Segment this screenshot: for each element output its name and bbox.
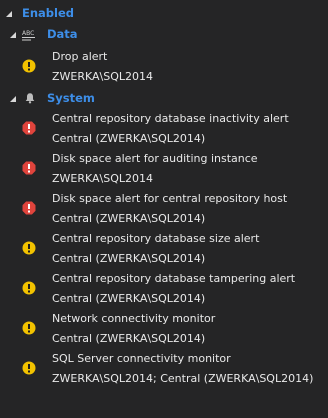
abc-text-icon: ABC <box>22 30 35 41</box>
alert-title: Drop alert <box>52 50 108 63</box>
alert-target: Central (ZWERKA\SQL2014) <box>52 292 206 305</box>
list-item[interactable]: Central repository database inactivity a… <box>0 110 328 150</box>
alert-target: Central (ZWERKA\SQL2014) <box>52 252 206 265</box>
alert-title: Central repository database size alert <box>52 232 260 245</box>
svg-text:ABC: ABC <box>22 30 34 37</box>
alert-target: ZWERKA\SQL2014 <box>52 172 154 185</box>
error-icon <box>22 161 36 175</box>
list-item[interactable]: Network connectivity monitor Central (ZW… <box>0 310 328 350</box>
warning-icon <box>22 281 36 295</box>
tree-node-data[interactable]: ABC Data <box>0 25 328 45</box>
warning-icon <box>22 241 36 255</box>
list-item[interactable]: Disk space alert for central repository … <box>0 190 328 230</box>
alert-title: Network connectivity monitor <box>52 312 216 325</box>
enabled-label: Enabled <box>22 6 75 20</box>
list-item[interactable]: Central repository database size alert C… <box>0 230 328 270</box>
alert-target: ZWERKA\SQL2014 <box>52 70 154 83</box>
alert-target: Central (ZWERKA\SQL2014) <box>52 332 206 345</box>
error-icon <box>22 201 36 215</box>
group-label-data: Data <box>47 27 78 41</box>
tree-node-system[interactable]: System <box>0 89 328 109</box>
warning-icon <box>22 321 36 335</box>
alert-title: SQL Server connectivity monitor <box>52 352 231 365</box>
list-item[interactable]: Drop alert ZWERKA\SQL2014 <box>0 48 328 88</box>
tree-node-enabled[interactable]: Enabled <box>0 4 328 24</box>
list-item[interactable]: SQL Server connectivity monitor ZWERKA\S… <box>0 350 328 390</box>
group-label-system: System <box>47 91 95 105</box>
bell-icon <box>25 93 35 104</box>
alert-target: Central (ZWERKA\SQL2014) <box>52 132 206 145</box>
alert-target: ZWERKA\SQL2014; Central (ZWERKA\SQL2014) <box>52 372 314 385</box>
alert-title: Central repository database tampering al… <box>52 272 296 285</box>
alerts-tree: Enabled ABC Data Drop alert ZWERKA\SQL20… <box>0 0 328 418</box>
list-item[interactable]: Central repository database tampering al… <box>0 270 328 310</box>
list-item[interactable]: Disk space alert for auditing instance Z… <box>0 150 328 190</box>
alert-title: Disk space alert for auditing instance <box>52 152 258 165</box>
alert-title: Disk space alert for central repository … <box>52 192 288 205</box>
warning-icon <box>22 59 36 73</box>
alert-target: Central (ZWERKA\SQL2014) <box>52 212 206 225</box>
warning-icon <box>22 361 36 375</box>
expand-arrow-icon[interactable] <box>6 11 12 17</box>
expand-arrow-icon[interactable] <box>10 96 16 102</box>
expand-arrow-icon[interactable] <box>10 32 16 38</box>
alert-title: Central repository database inactivity a… <box>52 112 289 125</box>
error-icon <box>22 121 36 135</box>
